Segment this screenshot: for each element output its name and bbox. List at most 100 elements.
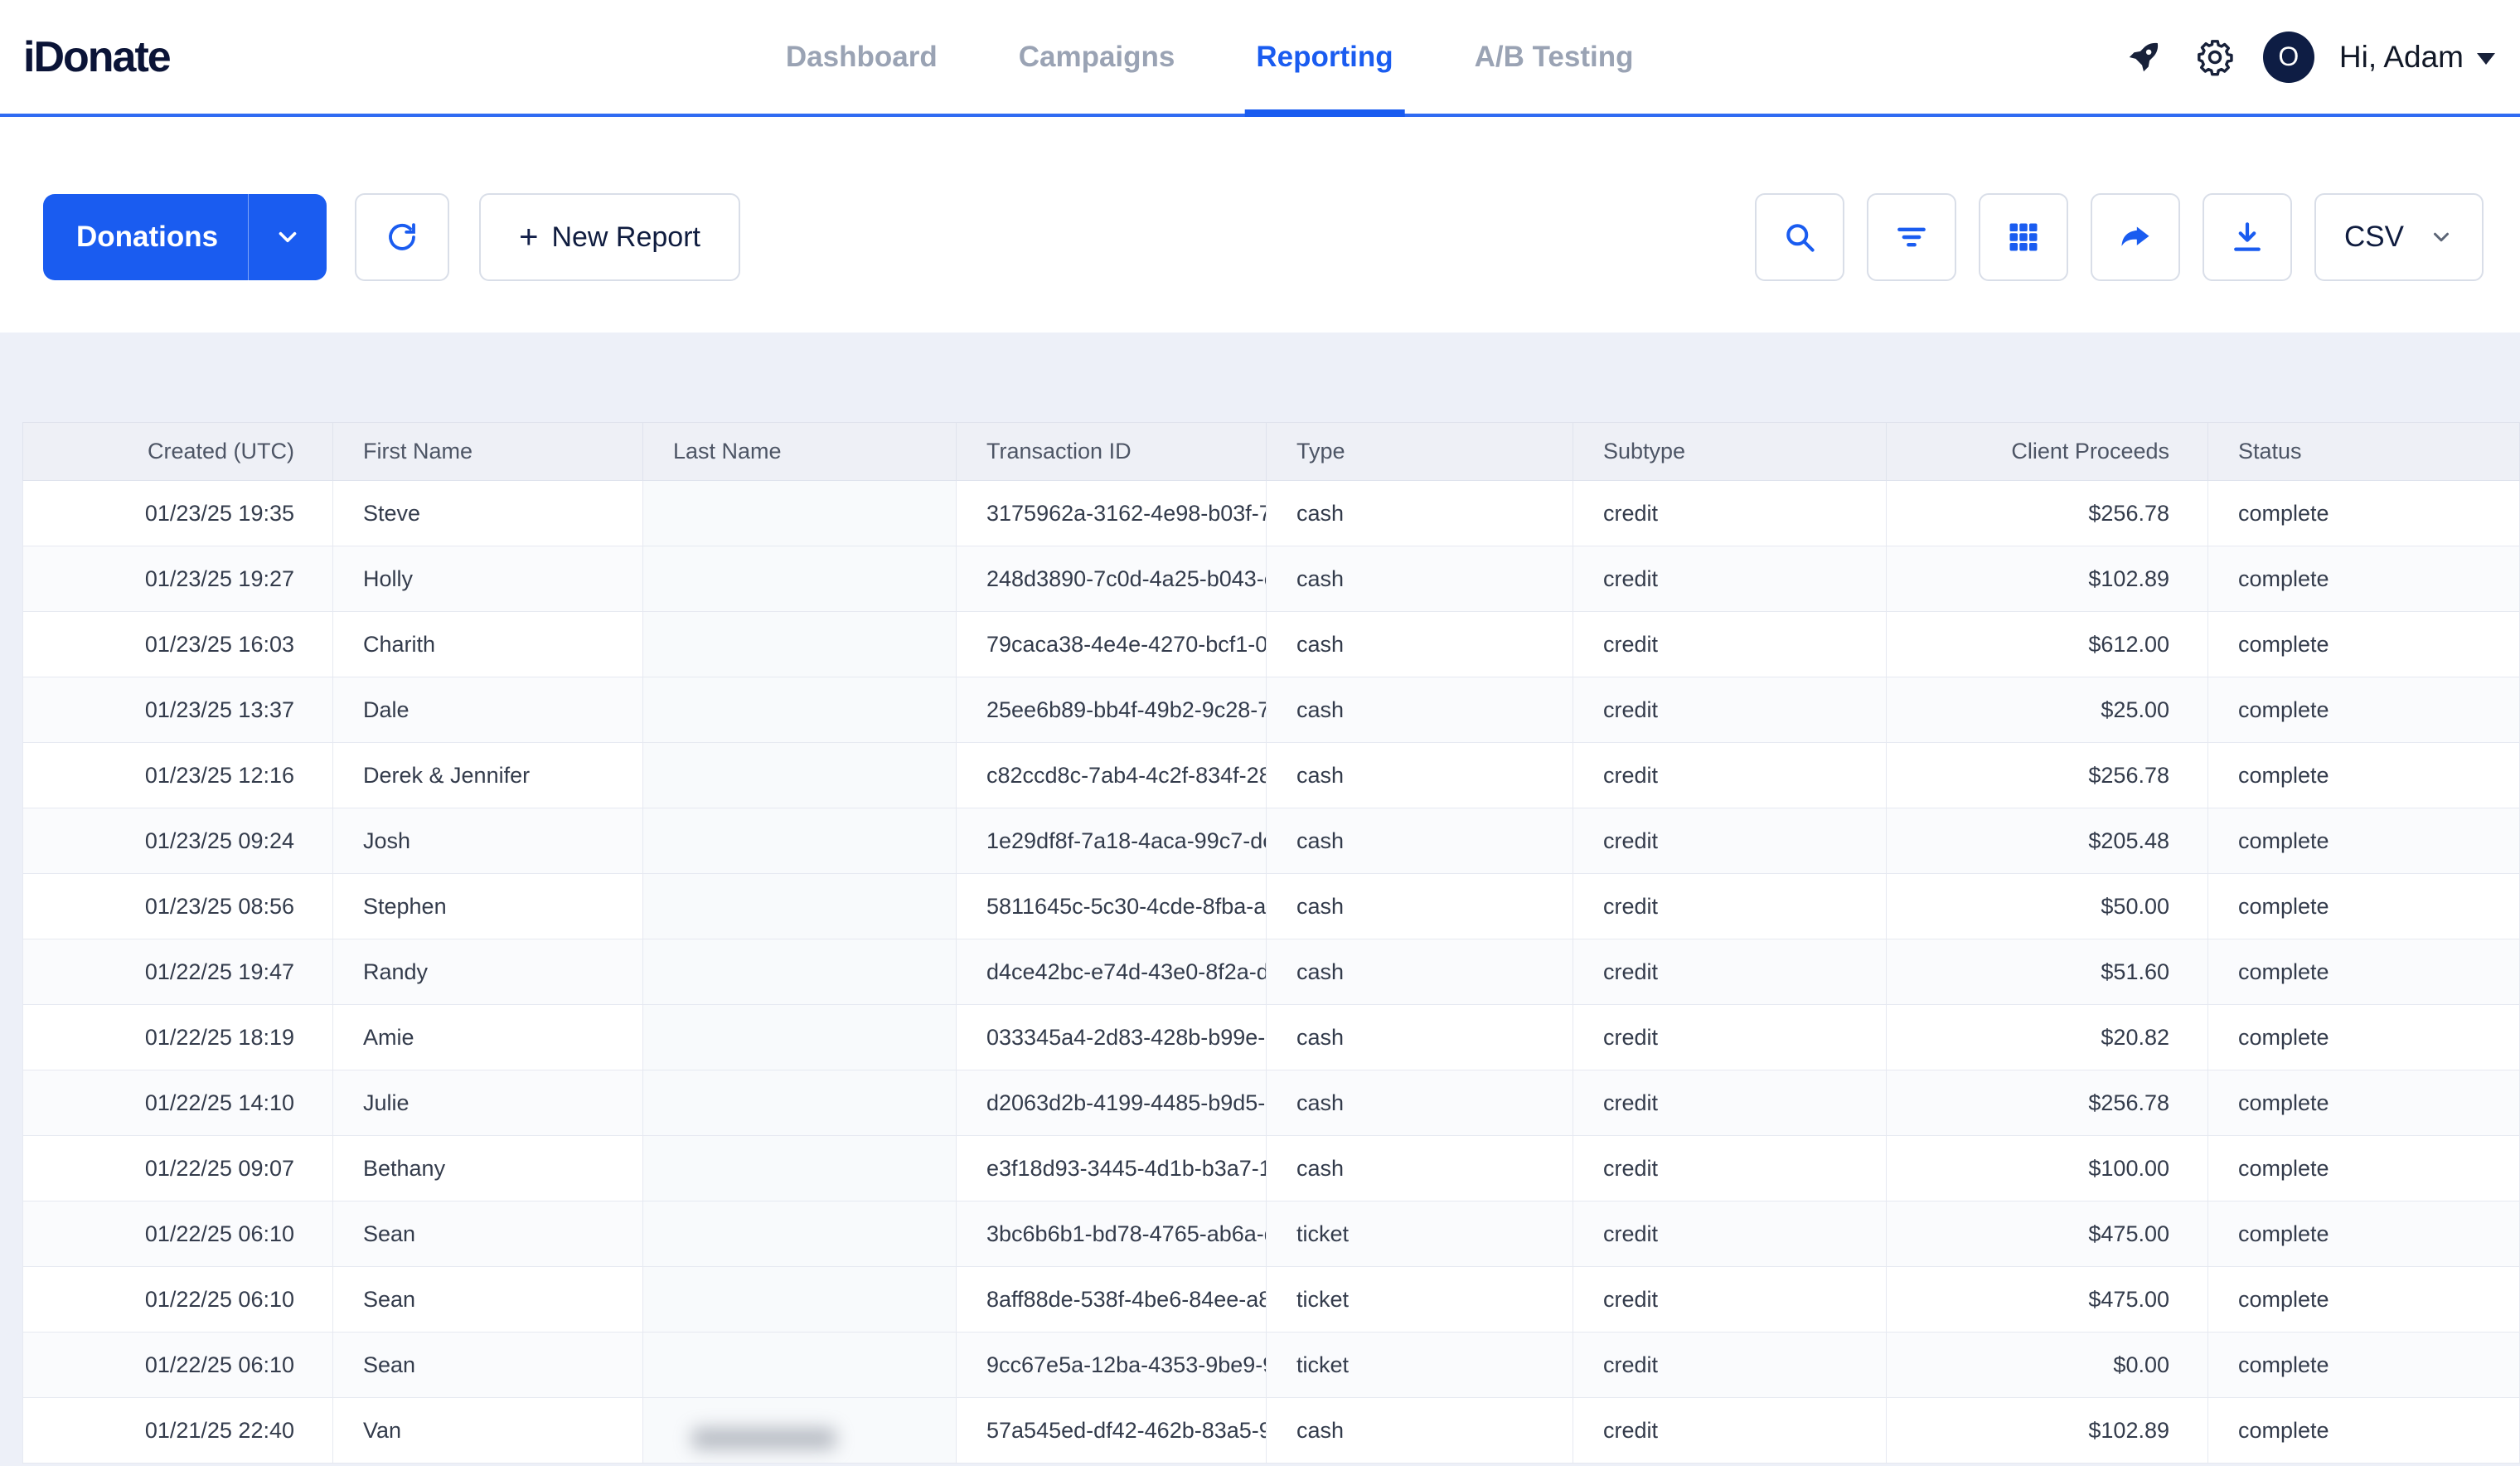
column-header-transaction-id[interactable]: Transaction ID — [957, 423, 1267, 481]
column-header-last-name[interactable]: Last Name — [643, 423, 957, 481]
search-button[interactable] — [1755, 193, 1844, 281]
refresh-button[interactable] — [355, 193, 449, 281]
cell-type: cash — [1267, 546, 1573, 612]
table-row[interactable]: 01/23/25 16:03 Charith 79caca38-4e4e-427… — [23, 612, 2520, 677]
export-format-select[interactable]: CSV — [2314, 193, 2484, 281]
cell-status: complete — [2208, 1070, 2520, 1136]
tab-campaigns[interactable]: Campaigns — [1014, 0, 1180, 114]
download-icon — [2229, 219, 2266, 255]
cell-last-name-blurred — [643, 546, 957, 612]
table-row[interactable]: 01/22/25 06:10 Sean 8aff88de-538f-4be6-8… — [23, 1267, 2520, 1333]
cell-transaction-id: 9cc67e5a-12ba-4353-9be9-9690 — [957, 1333, 1267, 1398]
cell-client-proceeds: $256.78 — [1887, 481, 2208, 546]
cell-subtype: credit — [1573, 1070, 1887, 1136]
cell-first-name: Charith — [333, 612, 643, 677]
cell-subtype: credit — [1573, 1333, 1887, 1398]
cell-first-name: Van — [333, 1398, 643, 1464]
cell-created: 01/23/25 09:24 — [23, 808, 333, 874]
cell-client-proceeds: $100.00 — [1887, 1136, 2208, 1201]
new-report-label: New Report — [551, 221, 700, 254]
table-row[interactable]: 01/23/25 13:37 Dale 25ee6b89-bb4f-49b2-9… — [23, 677, 2520, 743]
cell-last-name-blurred — [643, 481, 957, 546]
table-row[interactable]: 01/22/25 14:10 Julie d2063d2b-4199-4485-… — [23, 1070, 2520, 1136]
primary-nav: Dashboard Campaigns Reporting A/B Testin… — [781, 0, 1639, 114]
column-header-type[interactable]: Type — [1267, 423, 1573, 481]
table-row[interactable]: 01/22/25 06:10 Sean 3bc6b6b1-bd78-4765-a… — [23, 1201, 2520, 1267]
cell-status: complete — [2208, 808, 2520, 874]
avatar[interactable]: O — [2263, 32, 2314, 83]
table-row[interactable]: 01/22/25 09:07 Bethany e3f18d93-3445-4d1… — [23, 1136, 2520, 1201]
cell-type: ticket — [1267, 1267, 1573, 1333]
cell-last-name-blurred — [643, 1201, 957, 1267]
table-row[interactable]: 01/23/25 12:16 Derek & Jennifer c82ccd8c… — [23, 743, 2520, 808]
rocket-icon[interactable] — [2120, 34, 2167, 80]
cell-last-name-blurred — [643, 743, 957, 808]
table-row[interactable]: 01/22/25 18:19 Amie 033345a4-2d83-428b-b… — [23, 1005, 2520, 1070]
table-row[interactable]: 01/22/25 06:10 Sean 9cc67e5a-12ba-4353-9… — [23, 1333, 2520, 1398]
cell-subtype: credit — [1573, 481, 1887, 546]
download-button[interactable] — [2203, 193, 2292, 281]
cell-client-proceeds: $50.00 — [1887, 874, 2208, 939]
idonate-logo[interactable]: iDonate — [23, 32, 170, 82]
cell-subtype: credit — [1573, 1136, 1887, 1201]
cell-transaction-id: 57a545ed-df42-462b-83a5-9aaa — [957, 1398, 1267, 1464]
cell-type: cash — [1267, 1398, 1573, 1464]
cell-subtype: credit — [1573, 1005, 1887, 1070]
cell-transaction-id: 248d3890-7c0d-4a25-b043-eb85 — [957, 546, 1267, 612]
tab-dashboard[interactable]: Dashboard — [781, 0, 943, 114]
plus-icon: + — [519, 221, 538, 254]
column-header-created[interactable]: Created (UTC) — [23, 423, 333, 481]
column-header-status[interactable]: Status — [2208, 423, 2520, 481]
cell-client-proceeds: $0.00 — [1887, 1333, 2208, 1398]
new-report-button[interactable]: + New Report — [479, 193, 740, 281]
user-menu[interactable]: Hi, Adam — [2339, 40, 2495, 75]
cell-type: cash — [1267, 677, 1573, 743]
table-row[interactable]: 01/23/25 19:35 Steve 3175962a-3162-4e98-… — [23, 481, 2520, 546]
cell-subtype: credit — [1573, 743, 1887, 808]
cell-client-proceeds: $102.89 — [1887, 1398, 2208, 1464]
cell-last-name-blurred — [643, 1333, 957, 1398]
cell-last-name-blurred — [643, 939, 957, 1005]
cell-status: complete — [2208, 481, 2520, 546]
cell-first-name: Josh — [333, 808, 643, 874]
share-button[interactable] — [2091, 193, 2180, 281]
cell-status: complete — [2208, 546, 2520, 612]
top-navigation-bar: iDonate Dashboard Campaigns Reporting A/… — [0, 0, 2520, 117]
gear-icon[interactable] — [2192, 34, 2238, 80]
cell-status: complete — [2208, 1398, 2520, 1464]
refresh-icon — [385, 220, 419, 255]
cell-transaction-id: d4ce42bc-e74d-43e0-8f2a-d3f49 — [957, 939, 1267, 1005]
table-row[interactable]: 01/21/25 22:40 Van 57a545ed-df42-462b-83… — [23, 1398, 2520, 1464]
cell-last-name-blurred — [643, 874, 957, 939]
table-view-button[interactable] — [1979, 193, 2068, 281]
cell-type: cash — [1267, 481, 1573, 546]
table-row[interactable]: 01/23/25 08:56 Stephen 5811645c-5c30-4cd… — [23, 874, 2520, 939]
chevron-down-icon — [248, 194, 327, 280]
cell-last-name-blurred — [643, 1398, 957, 1464]
tab-ab-testing[interactable]: A/B Testing — [1470, 0, 1639, 114]
share-icon — [2117, 219, 2154, 255]
table-row[interactable]: 01/22/25 19:47 Randy d4ce42bc-e74d-43e0-… — [23, 939, 2520, 1005]
column-header-client-proceeds[interactable]: Client Proceeds — [1887, 423, 2208, 481]
cell-transaction-id: 5811645c-5c30-4cde-8fba-ab6a — [957, 874, 1267, 939]
dataset-label: Donations — [43, 221, 248, 254]
cell-created: 01/23/25 19:27 — [23, 546, 333, 612]
cell-status: complete — [2208, 1136, 2520, 1201]
cell-last-name-blurred — [643, 677, 957, 743]
table-row[interactable]: 01/23/25 19:27 Holly 248d3890-7c0d-4a25-… — [23, 546, 2520, 612]
report-table-region: Created (UTC) First Name Last Name Trans… — [0, 333, 2520, 1466]
cell-status: complete — [2208, 1333, 2520, 1398]
table-row[interactable]: 01/23/25 09:24 Josh 1e29df8f-7a18-4aca-9… — [23, 808, 2520, 874]
cell-status: complete — [2208, 1201, 2520, 1267]
filter-button[interactable] — [1867, 193, 1956, 281]
column-header-first-name[interactable]: First Name — [333, 423, 643, 481]
dataset-dropdown-button[interactable]: Donations — [43, 194, 327, 280]
cell-first-name: Derek & Jennifer — [333, 743, 643, 808]
cell-transaction-id: 3175962a-3162-4e98-b03f-7432 — [957, 481, 1267, 546]
tab-reporting[interactable]: Reporting — [1251, 0, 1398, 114]
export-format-value: CSV — [2344, 221, 2404, 254]
cell-last-name-blurred — [643, 808, 957, 874]
column-header-subtype[interactable]: Subtype — [1573, 423, 1887, 481]
cell-created: 01/22/25 09:07 — [23, 1136, 333, 1201]
cell-created: 01/21/25 22:40 — [23, 1398, 333, 1464]
